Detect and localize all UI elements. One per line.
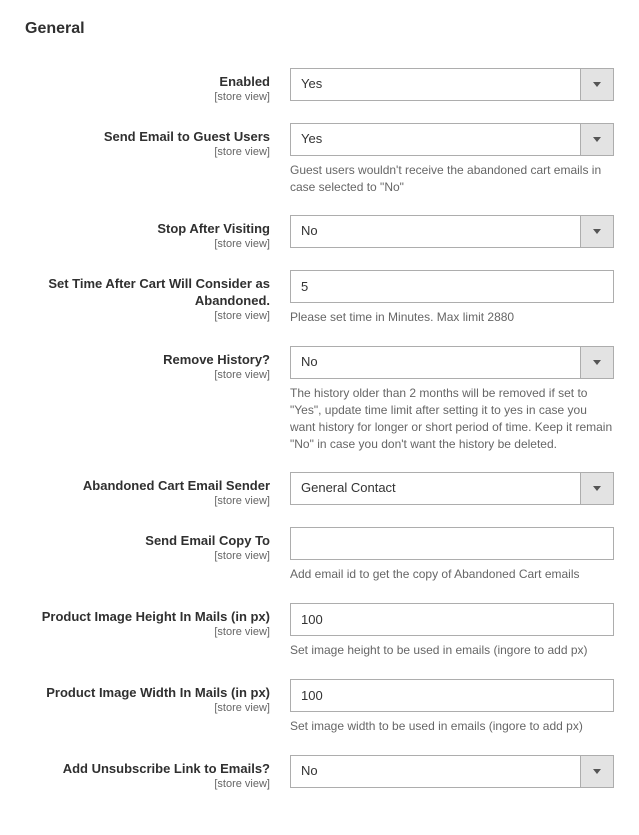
label-set-time: Set Time After Cart Will Consider as Aba… — [48, 276, 270, 308]
label-col: Enabled [store view] — [25, 68, 290, 103]
label-col: Remove History? [store view] — [25, 346, 290, 452]
control-col: Set image width to be used in emails (in… — [290, 679, 614, 735]
control-col: General Contact — [290, 472, 614, 507]
scope-label: [store view] — [25, 550, 270, 562]
help-email-copy: Add email id to get the copy of Abandone… — [290, 566, 614, 583]
scope-label: [store view] — [25, 146, 270, 158]
select-value: Yes — [291, 124, 580, 155]
chevron-down-icon — [593, 360, 601, 365]
row-remove-history: Remove History? [store view] No The hist… — [25, 346, 614, 452]
chevron-down-icon — [593, 229, 601, 234]
dropdown-button[interactable] — [580, 216, 613, 247]
scope-label: [store view] — [25, 626, 270, 638]
chevron-down-icon — [593, 82, 601, 87]
select-value: No — [291, 216, 580, 247]
label-email-copy: Send Email Copy To — [145, 533, 270, 548]
label-img-width: Product Image Width In Mails (in px) — [46, 685, 270, 700]
scope-label: [store view] — [25, 495, 270, 507]
select-value: No — [291, 756, 580, 787]
control-col: No — [290, 215, 614, 250]
control-col: Yes — [290, 68, 614, 103]
row-email-sender: Abandoned Cart Email Sender [store view]… — [25, 472, 614, 507]
row-enabled: Enabled [store view] Yes — [25, 68, 614, 103]
label-email-sender: Abandoned Cart Email Sender — [83, 478, 270, 493]
label-stop-after: Stop After Visiting — [157, 221, 270, 236]
label-col: Abandoned Cart Email Sender [store view] — [25, 472, 290, 507]
row-email-copy: Send Email Copy To [store view] Add emai… — [25, 527, 614, 583]
row-send-guest: Send Email to Guest Users [store view] Y… — [25, 123, 614, 196]
help-img-width: Set image width to be used in emails (in… — [290, 718, 614, 735]
label-col: Set Time After Cart Will Consider as Aba… — [25, 270, 290, 326]
label-col: Send Email to Guest Users [store view] — [25, 123, 290, 196]
control-col: Yes Guest users wouldn't receive the aba… — [290, 123, 614, 196]
dropdown-button[interactable] — [580, 756, 613, 787]
dropdown-button[interactable] — [580, 69, 613, 100]
label-enabled: Enabled — [219, 74, 270, 89]
scope-label: [store view] — [25, 91, 270, 103]
label-unsubscribe: Add Unsubscribe Link to Emails? — [63, 761, 270, 776]
row-img-width: Product Image Width In Mails (in px) [st… — [25, 679, 614, 735]
row-set-time: Set Time After Cart Will Consider as Aba… — [25, 270, 614, 326]
label-img-height: Product Image Height In Mails (in px) — [42, 609, 270, 624]
select-value: No — [291, 347, 580, 378]
chevron-down-icon — [593, 486, 601, 491]
label-col: Add Unsubscribe Link to Emails? [store v… — [25, 755, 290, 790]
row-stop-after: Stop After Visiting [store view] No — [25, 215, 614, 250]
select-email-sender[interactable]: General Contact — [290, 472, 614, 505]
select-value: General Contact — [291, 473, 580, 504]
help-img-height: Set image height to be used in emails (i… — [290, 642, 614, 659]
scope-label: [store view] — [25, 310, 270, 322]
section-title: General — [25, 20, 614, 38]
select-stop-after[interactable]: No — [290, 215, 614, 248]
dropdown-button[interactable] — [580, 473, 613, 504]
select-send-guest[interactable]: Yes — [290, 123, 614, 156]
input-email-copy[interactable] — [290, 527, 614, 560]
row-img-height: Product Image Height In Mails (in px) [s… — [25, 603, 614, 659]
scope-label: [store view] — [25, 702, 270, 714]
select-remove-history[interactable]: No — [290, 346, 614, 379]
row-unsubscribe: Add Unsubscribe Link to Emails? [store v… — [25, 755, 614, 790]
select-unsubscribe[interactable]: No — [290, 755, 614, 788]
control-col: Add email id to get the copy of Abandone… — [290, 527, 614, 583]
help-send-guest: Guest users wouldn't receive the abandon… — [290, 162, 614, 196]
control-col: No — [290, 755, 614, 790]
control-col: No The history older than 2 months will … — [290, 346, 614, 452]
input-set-time[interactable] — [290, 270, 614, 303]
scope-label: [store view] — [25, 778, 270, 790]
chevron-down-icon — [593, 769, 601, 774]
control-col: Please set time in Minutes. Max limit 28… — [290, 270, 614, 326]
dropdown-button[interactable] — [580, 124, 613, 155]
select-enabled[interactable]: Yes — [290, 68, 614, 101]
label-col: Product Image Height In Mails (in px) [s… — [25, 603, 290, 659]
scope-label: [store view] — [25, 369, 270, 381]
help-remove-history: The history older than 2 months will be … — [290, 385, 614, 452]
chevron-down-icon — [593, 137, 601, 142]
input-img-height[interactable] — [290, 603, 614, 636]
select-value: Yes — [291, 69, 580, 100]
label-col: Product Image Width In Mails (in px) [st… — [25, 679, 290, 735]
dropdown-button[interactable] — [580, 347, 613, 378]
label-col: Stop After Visiting [store view] — [25, 215, 290, 250]
label-send-guest: Send Email to Guest Users — [104, 129, 270, 144]
help-set-time: Please set time in Minutes. Max limit 28… — [290, 309, 614, 326]
label-remove-history: Remove History? — [163, 352, 270, 367]
control-col: Set image height to be used in emails (i… — [290, 603, 614, 659]
input-img-width[interactable] — [290, 679, 614, 712]
label-col: Send Email Copy To [store view] — [25, 527, 290, 583]
scope-label: [store view] — [25, 238, 270, 250]
